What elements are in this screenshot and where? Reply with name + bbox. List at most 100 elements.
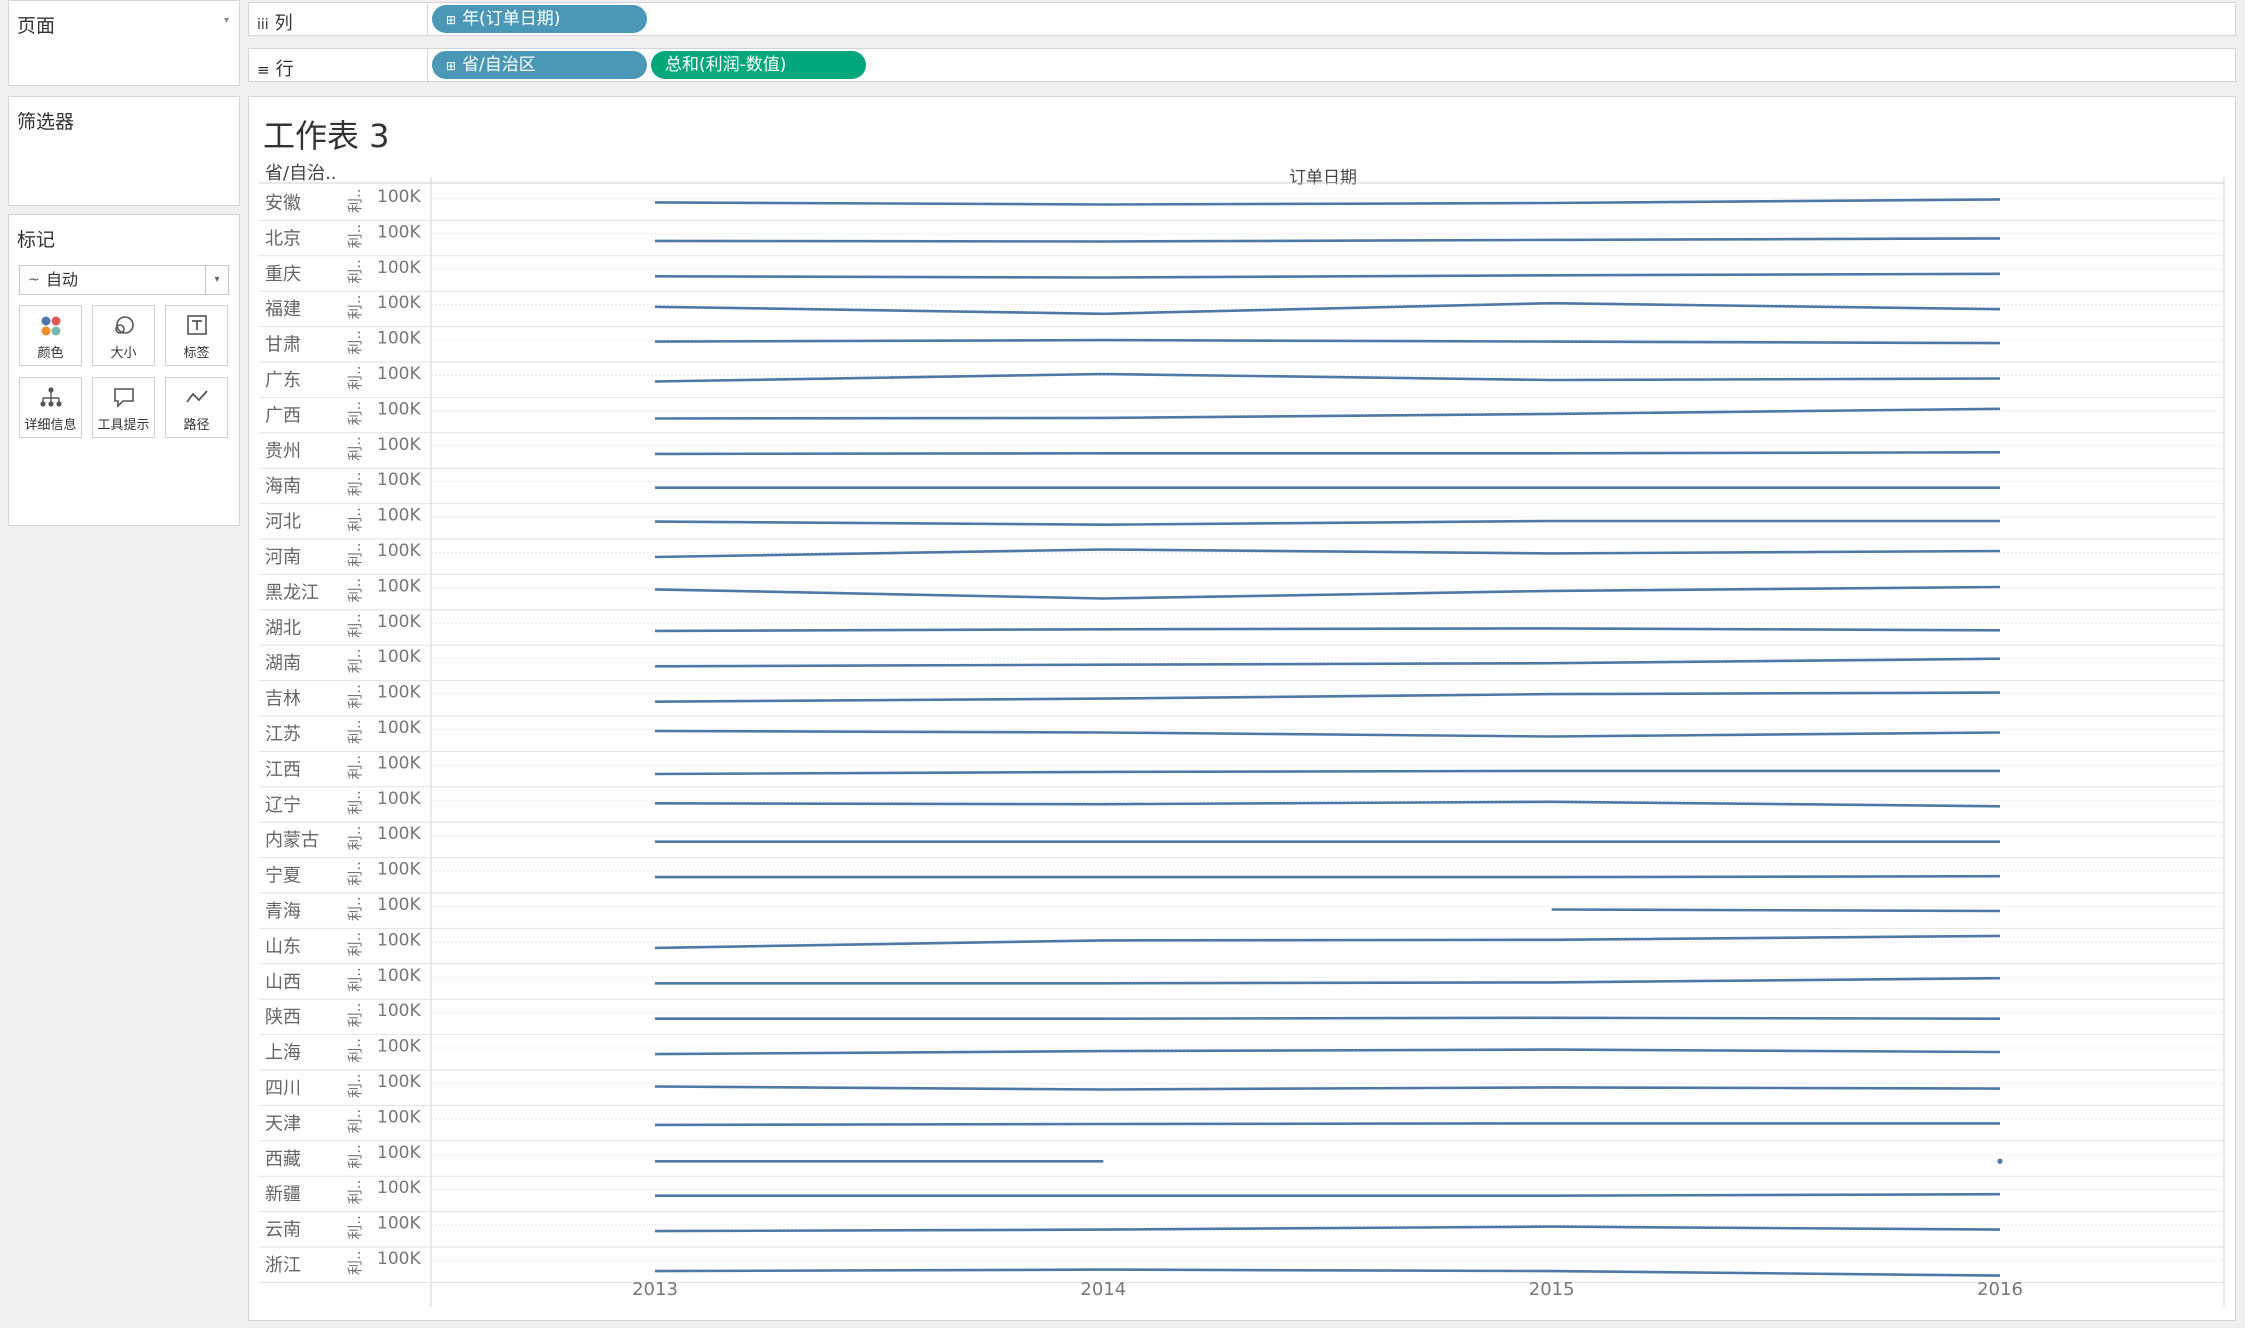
series-line [654, 729, 2001, 738]
line-chart[interactable]: 安徽 利.. 100K北京 利.. 100K重庆 利.. 100K福建 利.. 100K甘肃 利.… [249, 97, 2235, 1320]
filters-title: 筛选器 [17, 111, 75, 133]
tooltip-label: 工具提示 [97, 418, 150, 433]
province-label: 广西 [265, 405, 301, 426]
color-dots-icon [41, 316, 60, 336]
axis-tick-label: 100K [377, 470, 421, 490]
province-label: 青海 [265, 901, 301, 922]
axis-tick-label: 100K [377, 895, 421, 915]
axis-unit-label: 利.. [346, 365, 364, 390]
axis-tick-label: 100K [377, 329, 421, 349]
filters-card[interactable]: 筛选器 [8, 96, 240, 206]
series-line [654, 1268, 2001, 1277]
columns-shelf[interactable]: iii 列 ⊞ 年(订单日期) [248, 2, 2236, 36]
axis-tick-label: 100K [377, 187, 421, 207]
path-icon [185, 390, 208, 403]
pages-title: 页面 [17, 15, 56, 37]
axis-unit-label: 利.. [346, 1250, 364, 1275]
axis-tick-label: 100K [377, 506, 421, 526]
series-line [654, 198, 2001, 206]
color-label: 颜色 [37, 346, 64, 361]
province-label: 上海 [265, 1043, 301, 1064]
axis-tick-label: 100K [377, 1001, 421, 1021]
province-label: 宁夏 [265, 866, 301, 887]
axis-tick-label: 100K [377, 576, 421, 596]
marks-card: 标记 ~ 自动 ▾ 颜色 大小 标签 详细信息 工具提示 路径 [8, 214, 240, 526]
label-T-icon [186, 315, 207, 335]
color-button[interactable]: 颜色 [19, 305, 82, 366]
province-pill[interactable]: ⊞ 省/自治区 [432, 51, 647, 79]
size-label: 大小 [110, 346, 137, 361]
axis-tick-label: 100K [377, 647, 421, 667]
province-label: 河北 [265, 512, 301, 533]
axis-unit-label: 利.. [346, 967, 364, 992]
province-label: 北京 [265, 228, 301, 249]
rows-shelf[interactable]: ≡ 行 ⊞ 省/自治区 总和(利润-数值) [248, 48, 2236, 82]
axis-unit-label: 利.. [346, 649, 364, 674]
pill-text: 年(订单日期) [462, 9, 561, 29]
chevron-down-icon[interactable]: ▾ [205, 266, 228, 294]
axis-unit-label: 利.. [346, 719, 364, 744]
province-label: 广东 [265, 370, 301, 391]
axis-tick-label: 100K [377, 293, 421, 313]
chevron-down-icon[interactable]: ▾ [224, 15, 229, 26]
series-line [654, 769, 2000, 776]
detail-label: 详细信息 [24, 418, 77, 433]
x-tick-label: 2015 [1529, 1279, 1575, 1300]
axis-unit-label: 利.. [346, 613, 364, 638]
worksheet: 工作表 3 省/自治.. 订单日期 安徽 利.. 100K 北京 利.. 100K 重庆 利.… [248, 96, 2236, 1321]
path-button[interactable]: 路径 [165, 377, 228, 438]
axis-unit-label: 利.. [346, 578, 364, 603]
series-line [655, 874, 2001, 879]
series-line [654, 1225, 2001, 1233]
pill-text: 总和(利润-数值) [665, 55, 787, 75]
province-label: 重庆 [265, 264, 301, 285]
tooltip-bubble-icon [113, 388, 134, 408]
series-line [654, 627, 2001, 633]
series-line [655, 1192, 2001, 1197]
axis-tick-label: 100K [377, 683, 421, 703]
axis-tick-label: 100K [377, 824, 421, 844]
axis-tick-label: 100K [377, 718, 421, 738]
pages-card[interactable]: 页面 ▾ [8, 0, 240, 86]
tooltip-button[interactable]: 工具提示 [92, 377, 155, 438]
size-icon [114, 316, 134, 334]
label-button[interactable]: 标签 [165, 305, 228, 366]
axis-unit-label: 利.. [346, 330, 364, 355]
axis-tick-label: 100K [377, 612, 421, 632]
series-line [654, 800, 2001, 808]
province-label: 陕西 [265, 1007, 301, 1028]
year-order-date-pill[interactable]: ⊞ 年(订单日期) [432, 5, 647, 33]
axis-tick-label: 100K [377, 399, 421, 419]
series-line [654, 407, 2001, 420]
axis-unit-label: 利.. [346, 436, 364, 461]
province-label: 贵州 [265, 441, 301, 462]
pill-text: 省/自治区 [462, 55, 536, 75]
series-line [654, 451, 2001, 456]
province-label: 辽宁 [265, 795, 301, 816]
axis-tick-label: 100K [377, 1072, 421, 1092]
rows-shelf-label: ≡ 行 [257, 59, 294, 80]
province-label: 甘肃 [265, 335, 301, 356]
detail-button[interactable]: 详细信息 [19, 377, 82, 438]
axis-tick-label: 100K [377, 364, 421, 384]
series-line [654, 548, 2001, 559]
province-label: 河南 [265, 547, 301, 568]
province-label: 四川 [265, 1078, 301, 1099]
series-line [654, 1085, 2001, 1091]
label-label: 标签 [183, 346, 210, 361]
axis-tick-label: 100K [377, 1107, 421, 1127]
axis-unit-label: 利.. [346, 1215, 364, 1240]
x-tick-label: 2013 [632, 1279, 678, 1300]
axis-unit-label: 利.. [346, 1038, 364, 1063]
axis-unit-label: 利.. [346, 259, 364, 284]
province-label: 江西 [265, 759, 301, 780]
province-label: 天津 [265, 1113, 301, 1134]
province-label: 新疆 [265, 1184, 301, 1205]
axis-unit-label: 利.. [346, 542, 364, 567]
sum-profit-pill[interactable]: 总和(利润-数值) [651, 51, 866, 79]
axis-unit-label: 利.. [346, 472, 364, 497]
axis-tick-label: 100K [377, 258, 421, 278]
size-button[interactable]: 大小 [92, 305, 155, 366]
mark-type-dropdown[interactable]: ~ 自动 ▾ [19, 265, 229, 295]
axis-unit-label: 利.. [346, 507, 364, 532]
